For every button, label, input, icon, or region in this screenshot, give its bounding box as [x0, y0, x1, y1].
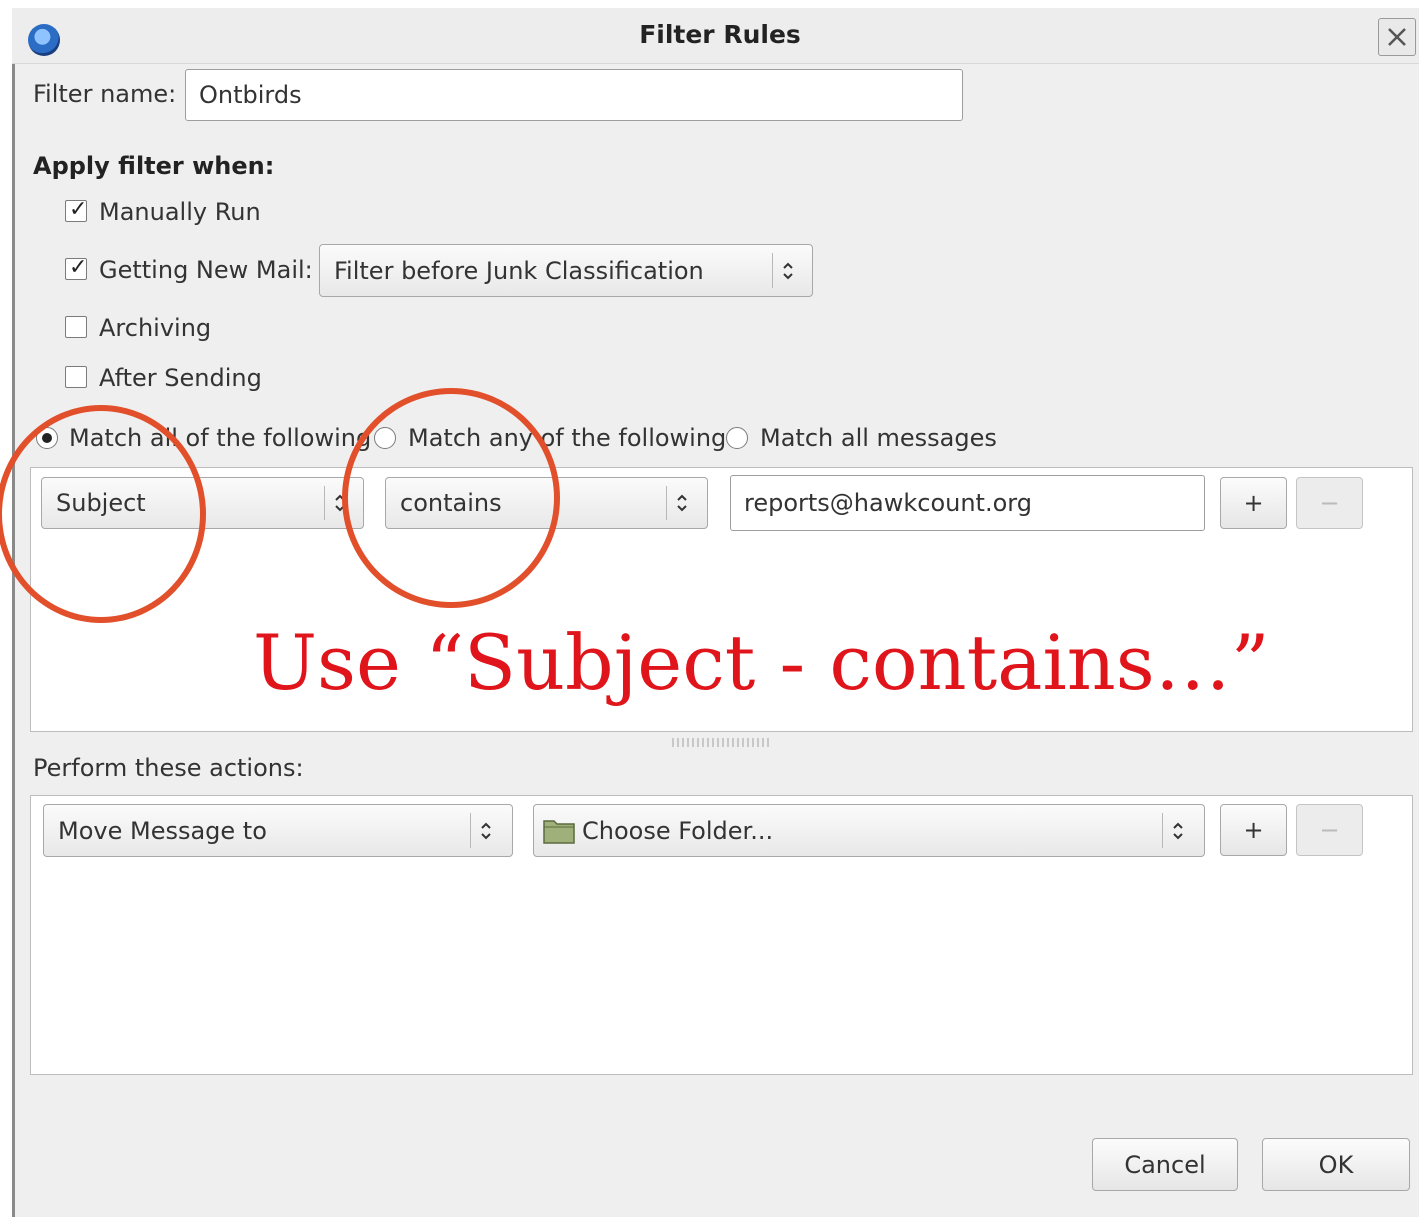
- filter-name-input[interactable]: Ontbirds: [185, 69, 963, 121]
- after-sending-checkbox[interactable]: [65, 366, 87, 388]
- check-mark-icon: ✓: [69, 197, 88, 222]
- junk-timing-value: Filter before Junk Classification: [334, 256, 704, 285]
- annotation-circle-field: [0, 405, 206, 623]
- archiving-checkbox[interactable]: [65, 316, 87, 338]
- folder-select[interactable]: Choose Folder...: [533, 804, 1205, 857]
- updown-arrow-icon: [776, 245, 800, 296]
- select-divider: [324, 486, 325, 520]
- close-button[interactable]: [1378, 18, 1416, 56]
- remove-action-button[interactable]: −: [1296, 804, 1363, 856]
- rule-value-input[interactable]: reports@hawkcount.org: [730, 475, 1205, 531]
- splitter-grip[interactable]: [672, 738, 772, 747]
- updown-arrow-icon: [1166, 805, 1190, 856]
- getting-new-mail-checkbox[interactable]: ✓: [65, 255, 88, 280]
- ok-button[interactable]: OK: [1262, 1138, 1410, 1191]
- apply-filter-heading: Apply filter when:: [33, 152, 275, 180]
- filter-name-label: Filter name:: [33, 80, 177, 108]
- select-divider: [666, 486, 667, 520]
- after-sending-label: After Sending: [99, 364, 262, 392]
- match-all-messages-label: Match all messages: [760, 424, 997, 452]
- manually-run-checkbox[interactable]: ✓: [65, 197, 88, 222]
- updown-arrow-icon: [474, 805, 498, 856]
- close-icon: [1388, 28, 1406, 46]
- junk-timing-select[interactable]: Filter before Junk Classification: [319, 244, 813, 297]
- getting-new-mail-label: Getting New Mail:: [99, 256, 313, 284]
- remove-rule-button[interactable]: −: [1296, 477, 1363, 529]
- annotation-text: Use “Subject - contains…”: [253, 618, 1270, 707]
- select-divider: [470, 813, 471, 848]
- actions-heading: Perform these actions:: [33, 754, 304, 782]
- updown-arrow-icon: [670, 478, 694, 528]
- action-type-value: Move Message to: [58, 816, 267, 845]
- dialog-title: Filter Rules: [639, 20, 801, 49]
- select-divider: [772, 253, 773, 288]
- thunderbird-icon: [28, 24, 60, 56]
- archiving-label: Archiving: [99, 314, 212, 342]
- match-all-messages-radio[interactable]: [726, 427, 748, 449]
- add-action-button[interactable]: +: [1220, 804, 1287, 856]
- check-mark-icon: ✓: [69, 255, 88, 280]
- cancel-button[interactable]: Cancel: [1092, 1138, 1238, 1191]
- folder-value: Choose Folder...: [582, 816, 774, 845]
- manually-run-label: Manually Run: [99, 198, 261, 226]
- folder-icon: [543, 819, 575, 844]
- select-divider: [1162, 813, 1163, 848]
- add-rule-button[interactable]: +: [1220, 477, 1287, 529]
- annotation-circle-operator: [342, 388, 560, 608]
- action-type-select[interactable]: Move Message to: [43, 804, 513, 857]
